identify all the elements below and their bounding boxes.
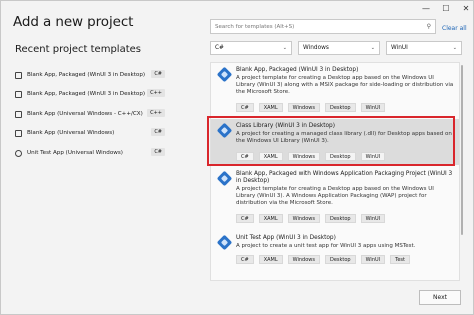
- scrollbar-thumb[interactable]: [461, 65, 463, 235]
- recent-item[interactable]: Unit Test App (Universal Windows) C#: [15, 145, 171, 161]
- clear-all-link[interactable]: Clear all: [442, 25, 467, 32]
- language-filter-dropdown[interactable]: C# ⌄: [210, 41, 292, 55]
- recent-templates-heading: Recent project templates: [15, 44, 141, 55]
- recent-item[interactable]: Blank App, Packaged (WinUI 3 in Desktop)…: [15, 67, 171, 83]
- language-badge: C#: [151, 70, 165, 78]
- tag: Windows: [287, 214, 320, 223]
- maximize-button[interactable]: ☐: [437, 4, 455, 14]
- winui-template-icon: [216, 234, 233, 251]
- next-button[interactable]: Next: [419, 290, 461, 305]
- tag: XAML: [258, 103, 283, 112]
- template-name: Blank App, Packaged with Windows Applica…: [236, 171, 453, 184]
- template-description: A project template for creating a Deskto…: [236, 75, 454, 96]
- tag: XAML: [258, 214, 283, 223]
- winui-app-icon: [15, 90, 22, 98]
- template-list[interactable]: Blank App, Packaged (WinUI 3 in Desktop)…: [210, 62, 460, 281]
- template-item[interactable]: Blank App, Packaged with Windows Applica…: [211, 167, 459, 229]
- chevron-down-icon: ⌄: [370, 45, 375, 51]
- template-item-selected[interactable]: Class Library (WinUI 3 in Desktop) A pro…: [211, 119, 459, 165]
- minimize-button[interactable]: —: [417, 4, 435, 14]
- recent-item[interactable]: Blank App (Universal Windows) C#: [15, 125, 171, 141]
- template-tags: C# XAML Windows Desktop WinUI: [236, 214, 386, 223]
- template-tags: C# XAML Windows Desktop WinUI Test: [236, 255, 410, 264]
- tag: C#: [236, 152, 254, 161]
- language-badge: C++: [147, 89, 165, 97]
- template-description: A project for creating a managed class l…: [236, 131, 452, 145]
- tag: WinUI: [360, 103, 386, 112]
- uwp-app-icon: [15, 110, 22, 118]
- project-type-filter-value: WinUI: [391, 45, 408, 51]
- tag: WinUI: [360, 152, 386, 161]
- uwp-app-icon: [15, 129, 22, 137]
- recent-item[interactable]: Blank App (Universal Windows - C++/CX) C…: [15, 106, 171, 122]
- project-type-filter-dropdown[interactable]: WinUI ⌄: [386, 41, 462, 55]
- template-name: Blank App, Packaged (WinUI 3 in Desktop): [236, 67, 359, 73]
- winui-template-icon: [216, 66, 233, 83]
- template-tags: C# XAML Windows Desktop WinUI: [236, 152, 386, 161]
- dialog-window: — ☐ ✕ Add a new project Recent project t…: [0, 0, 474, 315]
- tag: XAML: [258, 255, 283, 264]
- tag: WinUI: [360, 255, 386, 264]
- search-icon: ⚲: [426, 23, 431, 30]
- test-app-icon: [15, 149, 22, 157]
- template-item[interactable]: Blank App, Packaged (WinUI 3 in Desktop)…: [211, 63, 459, 118]
- template-description: A project to create a unit test app for …: [236, 243, 416, 249]
- tag: WinUI: [360, 214, 386, 223]
- recent-item-label: Unit Test App (Universal Windows): [27, 150, 123, 156]
- tag: C#: [236, 103, 254, 112]
- tag: XAML: [258, 152, 283, 161]
- winui-template-icon: [216, 122, 233, 139]
- tag: Windows: [287, 103, 320, 112]
- platform-filter-value: Windows: [303, 45, 329, 51]
- platform-filter-dropdown[interactable]: Windows ⌄: [298, 41, 380, 55]
- recent-item-label: Blank App, Packaged (WinUI 3 in Desktop): [27, 72, 146, 78]
- dialog-title: Add a new project: [13, 14, 134, 30]
- tag: Windows: [287, 152, 320, 161]
- template-name: Unit Test App (WinUI 3 in Desktop): [236, 235, 336, 241]
- recent-item-label: Blank App (Universal Windows): [27, 130, 115, 136]
- tag: Desktop: [324, 255, 356, 264]
- tag: Test: [390, 255, 410, 264]
- language-badge: C#: [151, 148, 165, 156]
- template-tags: C# XAML Windows Desktop WinUI: [236, 103, 386, 112]
- language-filter-value: C#: [215, 45, 224, 51]
- tag: Windows: [287, 255, 320, 264]
- language-badge: C++: [147, 109, 165, 117]
- tag: Desktop: [324, 214, 356, 223]
- tag: Desktop: [324, 103, 356, 112]
- template-search-input[interactable]: Search for templates (Alt+S) ⚲: [210, 19, 436, 34]
- chevron-down-icon: ⌄: [452, 45, 457, 51]
- tag: C#: [236, 255, 254, 264]
- winui-template-icon: [216, 170, 233, 187]
- template-item[interactable]: Unit Test App (WinUI 3 in Desktop) A pro…: [211, 231, 459, 271]
- chevron-down-icon: ⌄: [282, 45, 287, 51]
- search-placeholder: Search for templates (Alt+S): [215, 23, 295, 30]
- language-badge: C#: [151, 128, 165, 136]
- tag: C#: [236, 214, 254, 223]
- template-name: Class Library (WinUI 3 in Desktop): [236, 123, 335, 129]
- tag: Desktop: [324, 152, 356, 161]
- winui-app-icon: [15, 71, 22, 79]
- template-description: A project template for creating a Deskto…: [236, 186, 434, 207]
- recent-item[interactable]: Blank App, Packaged (WinUI 3 in Desktop)…: [15, 86, 171, 102]
- close-button[interactable]: ✕: [457, 4, 474, 14]
